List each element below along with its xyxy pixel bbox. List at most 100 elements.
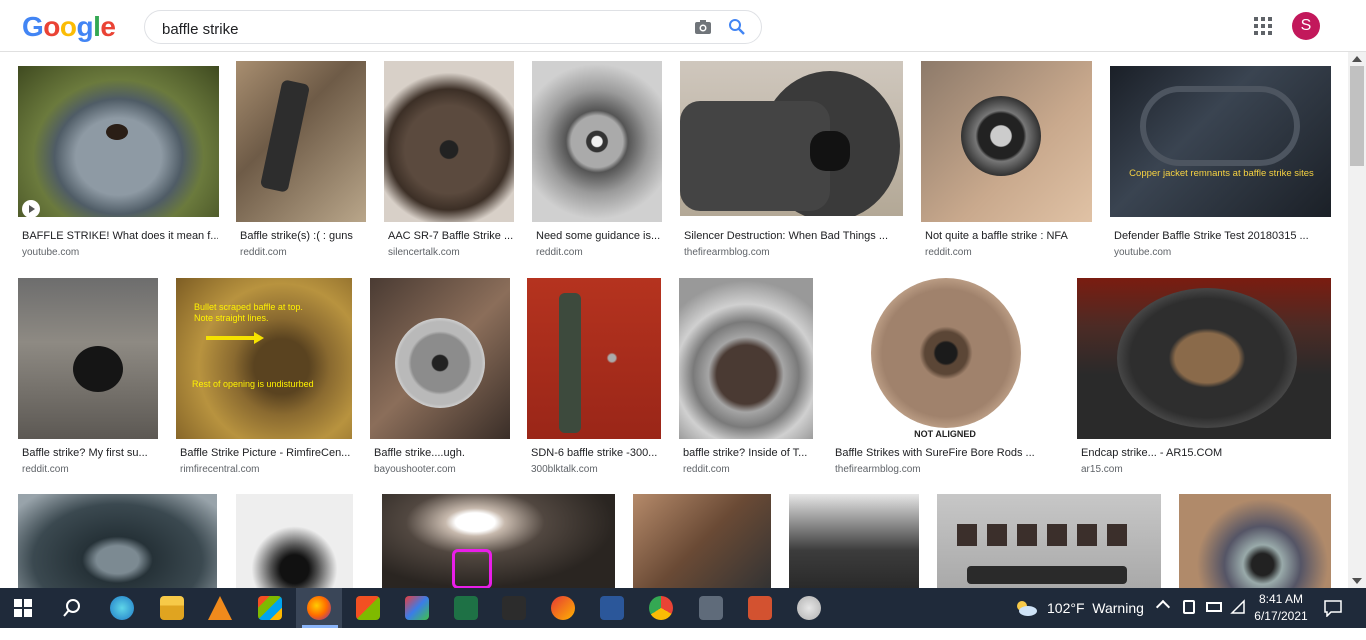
word-icon[interactable] [600, 596, 624, 620]
result-source[interactable]: rimfirecentral.com [180, 464, 259, 475]
result-caption[interactable]: BAFFLE STRIKE! What does it mean f... [22, 230, 218, 242]
result-source[interactable]: silencertalk.com [388, 247, 460, 258]
result-caption[interactable]: Baffle strike(s) :( : guns [240, 230, 366, 242]
calculator-icon[interactable] [699, 596, 723, 620]
windows-app-icon[interactable] [356, 596, 380, 620]
scroll-up-arrow-icon[interactable] [1352, 56, 1362, 62]
result-thumbnail[interactable] [937, 494, 1161, 588]
weather-status[interactable]: 102°F Warning [1047, 600, 1144, 640]
result-source[interactable]: youtube.com [1114, 247, 1171, 258]
image-result[interactable]: Bullet scraped baffle at top. Note strai… [176, 278, 352, 478]
result-source[interactable]: 300blktalk.com [531, 464, 598, 475]
play-icon[interactable] [22, 200, 40, 217]
google-logo[interactable]: Google [22, 11, 116, 43]
image-result[interactable]: AAC SR-7 Baffle Strike ... silencertalk.… [384, 61, 514, 266]
result-caption[interactable]: Baffle strike....ugh. [374, 447, 510, 459]
result-thumbnail[interactable] [679, 278, 813, 439]
taskbar-search-icon[interactable] [62, 598, 82, 618]
image-result[interactable] [382, 494, 615, 588]
search-input[interactable]: baffle strike [162, 21, 238, 38]
result-source[interactable]: reddit.com [925, 247, 972, 258]
result-thumbnail[interactable] [18, 278, 158, 439]
camera-icon[interactable] [694, 19, 712, 35]
image-result[interactable]: Baffle strike? My first su... reddit.com [18, 278, 158, 478]
wifi-icon[interactable] [1230, 599, 1246, 615]
chrome-icon[interactable] [649, 596, 673, 620]
result-thumbnail[interactable]: NOT ALIGNED [831, 278, 1059, 439]
pdf-app-icon[interactable] [502, 596, 526, 620]
notifications-icon[interactable] [1323, 599, 1343, 617]
vlc-icon[interactable] [208, 596, 232, 620]
result-caption[interactable]: Endcap strike... - AR15.COM [1081, 447, 1331, 459]
result-caption[interactable]: Need some guidance is... [536, 230, 662, 242]
edge-icon[interactable] [110, 596, 134, 620]
result-thumbnail[interactable] [532, 61, 662, 222]
search-icon[interactable] [728, 18, 746, 36]
result-source[interactable]: ar15.com [1081, 464, 1123, 475]
result-thumbnail[interactable] [680, 61, 903, 216]
result-thumbnail[interactable] [236, 494, 353, 588]
weather-cloud-icon[interactable] [1014, 599, 1038, 617]
vertical-scrollbar[interactable] [1348, 52, 1366, 588]
scrollbar-thumb[interactable] [1350, 66, 1364, 166]
result-thumbnail[interactable] [1179, 494, 1331, 588]
result-thumbnail[interactable] [18, 66, 219, 217]
image-result[interactable]: Silencer Destruction: When Bad Things ..… [680, 61, 903, 266]
image-result[interactable]: NOT ALIGNED Baffle Strikes with SureFire… [831, 278, 1059, 478]
result-source[interactable]: reddit.com [536, 247, 583, 258]
result-caption[interactable]: Not quite a baffle strike : NFA [925, 230, 1091, 242]
image-result[interactable]: SDN-6 baffle strike -300... 300blktalk.c… [527, 278, 661, 478]
result-thumbnail[interactable] [633, 494, 771, 588]
image-result[interactable] [1179, 494, 1331, 588]
image-result[interactable] [236, 494, 353, 588]
excel-icon[interactable] [454, 596, 478, 620]
search-box[interactable]: baffle strike [144, 10, 762, 44]
result-source[interactable]: reddit.com [22, 464, 69, 475]
result-thumbnail[interactable] [18, 494, 217, 588]
image-result[interactable] [789, 494, 919, 588]
chevron-up-icon[interactable] [1155, 599, 1171, 615]
result-caption[interactable]: Defender Baffle Strike Test 20180315 ... [1114, 230, 1330, 242]
image-result[interactable] [633, 494, 771, 588]
result-source[interactable]: thefirearmblog.com [835, 464, 921, 475]
result-thumbnail[interactable] [236, 61, 366, 222]
battery-icon[interactable] [1206, 602, 1222, 612]
firefox-icon[interactable] [307, 596, 331, 620]
result-thumbnail[interactable]: Bullet scraped baffle at top. Note strai… [176, 278, 352, 439]
result-thumbnail[interactable] [370, 278, 510, 439]
image-result[interactable]: BAFFLE STRIKE! What does it mean f... yo… [18, 66, 220, 266]
image-result[interactable]: Baffle strike....ugh. bayoushooter.com [370, 278, 510, 478]
result-caption[interactable]: Baffle Strikes with SureFire Bore Rods .… [835, 447, 1059, 459]
image-result[interactable] [18, 494, 217, 588]
result-caption[interactable]: Silencer Destruction: When Bad Things ..… [684, 230, 902, 242]
result-caption[interactable]: Baffle Strike Picture - RimfireCen... [180, 447, 352, 459]
result-thumbnail[interactable] [789, 494, 919, 588]
result-source[interactable]: reddit.com [683, 464, 730, 475]
result-thumbnail[interactable] [921, 61, 1092, 222]
result-thumbnail[interactable] [527, 278, 661, 439]
image-result[interactable]: baffle strike? Inside of T... reddit.com [679, 278, 813, 478]
result-source[interactable]: thefirearmblog.com [684, 247, 770, 258]
result-caption[interactable]: SDN-6 baffle strike -300... [531, 447, 661, 459]
result-source[interactable]: youtube.com [22, 247, 79, 258]
image-result[interactable] [937, 494, 1161, 588]
result-source[interactable]: reddit.com [240, 247, 287, 258]
paint-icon[interactable] [797, 596, 821, 620]
image-result[interactable]: Not quite a baffle strike : NFA reddit.c… [921, 61, 1092, 266]
result-thumbnail[interactable]: Copper jacket remnants at baffle strike … [1110, 66, 1331, 217]
image-result[interactable]: Copper jacket remnants at baffle strike … [1110, 66, 1331, 266]
system-clock[interactable]: 8:41 AM 6/17/2021 [1246, 591, 1316, 625]
result-caption[interactable]: AAC SR-7 Baffle Strike ... [388, 230, 514, 242]
result-source[interactable]: bayoushooter.com [374, 464, 456, 475]
result-caption[interactable]: baffle strike? Inside of T... [683, 447, 813, 459]
apps-grid-icon[interactable] [1254, 17, 1272, 35]
device-icon[interactable] [1183, 600, 1195, 614]
microsoft-store-icon[interactable] [258, 596, 282, 620]
result-thumbnail[interactable] [1077, 278, 1331, 439]
account-avatar[interactable]: S [1292, 12, 1320, 40]
result-caption[interactable]: Baffle strike? My first su... [22, 447, 158, 459]
game-app-icon[interactable] [405, 596, 429, 620]
image-result[interactable]: Need some guidance is... reddit.com [532, 61, 662, 266]
file-explorer-icon[interactable] [160, 596, 184, 620]
result-thumbnail[interactable] [384, 61, 514, 222]
